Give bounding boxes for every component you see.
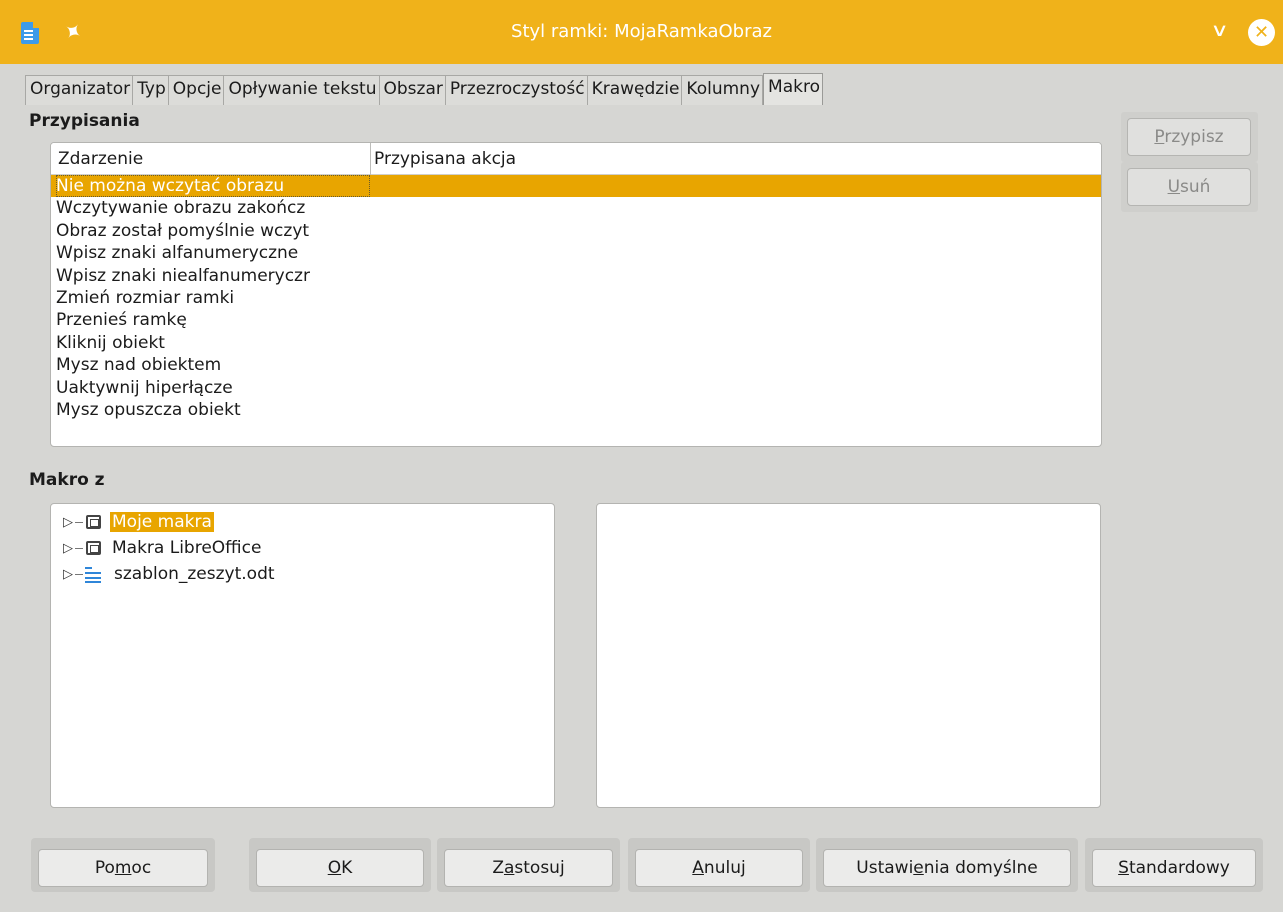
event-name: Zmień rozmiar ramki: [56, 287, 235, 308]
close-icon[interactable]: ✕: [1248, 19, 1275, 46]
tree-connector: [75, 573, 83, 575]
event-row[interactable]: Zmień rozmiar ramki: [51, 287, 1101, 309]
tab-organizator[interactable]: Organizator: [25, 75, 134, 105]
title-bar: ✦ Styl ramki: MojaRamkaObraz ∨ ✕: [0, 0, 1283, 64]
assign-button[interactable]: Przypisz: [1127, 118, 1251, 156]
tab-przezroczystosc[interactable]: Przezroczystość: [445, 75, 588, 105]
column-separator[interactable]: [370, 143, 371, 175]
event-name: Mysz nad obiektem: [56, 355, 222, 376]
writer-document-icon: [85, 565, 103, 583]
expand-arrow-icon[interactable]: ▷: [63, 567, 75, 582]
event-name: Mysz opuszcza obiekt: [56, 399, 241, 420]
events-table-header: Zdarzenie Przypisana akcja: [51, 143, 1101, 175]
ok-button[interactable]: OK: [256, 849, 424, 887]
event-row[interactable]: Uaktywnij hiperłącze: [51, 377, 1101, 399]
column-header-event[interactable]: Zdarzenie: [58, 149, 143, 169]
event-name: Nie można wczytać obrazu: [56, 175, 370, 197]
event-row[interactable]: Wczytywanie obrazu zakończ: [51, 197, 1101, 219]
event-name: Obraz został pomyślnie wczyt: [56, 220, 310, 241]
tab-krawedzie[interactable]: Krawędzie: [587, 75, 683, 105]
tree-item-label: Makra LibreOffice: [112, 538, 262, 558]
macro-from-section-label: Makro z: [29, 470, 105, 490]
monitor-icon: [86, 541, 101, 555]
defaults-button[interactable]: Ustawienia domyślne: [823, 849, 1071, 887]
tab-oplywanie-tekstu[interactable]: Opływanie tekstu: [224, 75, 380, 105]
tree-connector: [75, 547, 83, 549]
macro-list[interactable]: [596, 503, 1101, 808]
tree-item-libreoffice-macros[interactable]: ▷ Makra LibreOffice: [63, 535, 263, 561]
tab-opcje[interactable]: Opcje: [168, 75, 225, 105]
event-row[interactable]: Obraz został pomyślnie wczyt: [51, 220, 1101, 242]
event-name: Uaktywnij hiperłącze: [56, 377, 233, 398]
expand-arrow-icon[interactable]: ▷: [63, 515, 75, 530]
tree-item-label: Moje makra: [110, 512, 214, 532]
event-name: Przenieś ramkę: [56, 310, 187, 331]
minimize-chevron-icon[interactable]: ∨: [1210, 20, 1228, 41]
apply-button[interactable]: Zastosuj: [444, 849, 613, 887]
event-row[interactable]: Kliknij obiekt: [51, 332, 1101, 354]
standard-button[interactable]: Standardowy: [1092, 849, 1256, 887]
column-header-assigned-action[interactable]: Przypisana akcja: [374, 149, 516, 169]
event-row[interactable]: Przenieś ramkę: [51, 309, 1101, 331]
event-row[interactable]: Wpisz znaki alfanumeryczne: [51, 242, 1101, 264]
tree-item-document[interactable]: ▷ szablon_zeszyt.odt: [63, 561, 277, 587]
window-title: Styl ramki: MojaRamkaObraz: [511, 21, 772, 42]
event-name: Kliknij obiekt: [56, 332, 165, 353]
tab-obszar[interactable]: Obszar: [379, 75, 446, 105]
monitor-icon: [86, 515, 101, 529]
assignments-section-label: Przypisania: [29, 111, 140, 131]
event-row[interactable]: Mysz opuszcza obiekt: [51, 399, 1101, 421]
macro-library-tree[interactable]: ▷ Moje makra ▷ Makra LibreOffice ▷ szabl…: [50, 503, 555, 808]
event-row[interactable]: Mysz nad obiektem: [51, 354, 1101, 376]
event-row[interactable]: Nie można wczytać obrazu: [51, 175, 1101, 198]
tab-kolumny[interactable]: Kolumny: [682, 75, 764, 105]
cancel-button[interactable]: Anuluj: [635, 849, 803, 887]
tree-item-label: szablon_zeszyt.odt: [114, 564, 275, 584]
events-list: Nie można wczytać obrazu Wczytywanie obra…: [51, 175, 1101, 421]
event-name: Wczytywanie obrazu zakończ: [56, 198, 306, 219]
tree-connector: [75, 521, 83, 523]
event-name: Wpisz znaki alfanumeryczne: [56, 243, 299, 264]
tab-makro[interactable]: Makro: [763, 73, 823, 105]
help-button[interactable]: Pomoc: [38, 849, 208, 887]
events-table[interactable]: Zdarzenie Przypisana akcja Nie można wcz…: [50, 142, 1102, 447]
tree-item-my-macros[interactable]: ▷ Moje makra: [63, 509, 214, 535]
event-name: Wpisz znaki niealfanumeryczr: [56, 265, 310, 286]
tab-typ[interactable]: Typ: [133, 75, 169, 105]
expand-arrow-icon[interactable]: ▷: [63, 541, 75, 556]
remove-button[interactable]: Usuń: [1127, 168, 1251, 206]
event-row[interactable]: Wpisz znaki niealfanumeryczr: [51, 265, 1101, 287]
tab-bar: Organizator Typ Opcje Opływanie tekstu O…: [25, 73, 823, 105]
